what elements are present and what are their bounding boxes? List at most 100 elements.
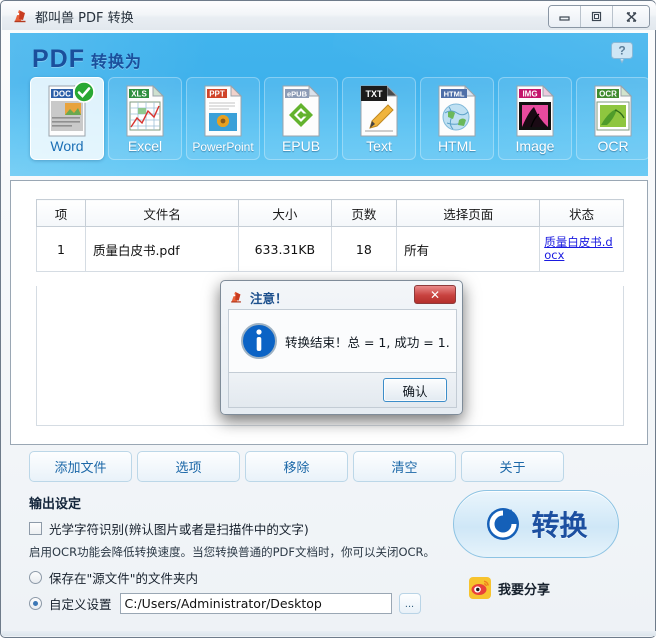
svg-text:DOC: DOC [53,90,71,99]
svg-text:?: ? [618,44,625,58]
clear-button[interactable]: 清空 [353,451,456,482]
format-tab-excel[interactable]: XLS Excel [108,77,182,160]
column-header-index: 项 [36,199,86,227]
app-logo-icon [231,291,241,303]
format-tab-powerpoint[interactable]: PPT PowerPoint [186,77,260,160]
page-title-main: PDF [32,45,85,73]
action-button-bar: 添加文件 选项 移除 清空 关于 [29,451,564,482]
add-file-button[interactable]: 添加文件 [29,451,132,482]
notice-dialog: 注意！ ✕ 转换结束！总 = 1, 成功 = 1. 确认 [220,280,463,415]
format-tab-epub[interactable]: ePUB EPUB [264,77,338,160]
ocr-hint-text: 启用OCR功能会降低转换速度。当您转换普通的PDF文档时，你可以关闭OCR。 [29,545,436,559]
dialog-footer: 确认 [228,373,457,408]
column-header-page-range: 选择页面 [396,199,541,227]
format-tab-label: EPUB [281,138,321,154]
close-button[interactable] [613,6,649,27]
dialog-message: 转换结束！总 = 1, 成功 = 1. [285,334,450,350]
dialog-body: 转换结束！总 = 1, 成功 = 1. [228,309,457,373]
format-tab-label: Text [366,138,392,154]
window-controls [548,5,650,28]
minimize-button[interactable] [549,6,581,27]
radio-custom-path[interactable] [29,597,42,610]
convert-button[interactable]: 转换 [453,490,619,558]
format-tab-word[interactable]: DOC Word [30,77,104,160]
maximize-button[interactable] [581,6,613,27]
column-header-size: 大小 [238,199,332,227]
weibo-icon [469,577,491,599]
format-tab-ocr[interactable]: OCR OCR [576,77,648,160]
image-file-icon: IMG [511,84,559,137]
selected-check-icon [73,81,95,103]
application-window: 都叫兽 PDF 转换 PDF 转换为 ? DOC Word XLS Excel … [0,0,656,638]
ocr-option-row: 光学字符识别(辨认图片或者是扫描件中的文字) [29,519,449,538]
svg-text:XLS: XLS [131,90,147,99]
window-title: 都叫兽 PDF 转换 [35,11,134,26]
format-tab-label: Image [515,138,555,154]
page-title-sub: 转换为 [91,52,143,71]
dialog-ok-button[interactable]: 确认 [383,378,447,402]
dialog-close-button[interactable]: ✕ [414,285,456,304]
browse-button[interactable]: ... [398,593,421,614]
format-tab-image[interactable]: IMG Image [498,77,572,160]
radio-save-in-source-label: 保存在"源文件"的文件夹内 [49,571,198,586]
remove-button[interactable]: 移除 [245,451,348,482]
cell-index: 1 [36,226,86,272]
ocr-checkbox[interactable] [29,522,42,535]
header-banner: PDF 转换为 ? DOC Word XLS Excel PPT PowerPo… [10,33,648,176]
ocr-checkbox-label: 光学字符识别(辨认图片或者是扫描件中的文字) [49,522,309,537]
epub-file-icon: ePUB [277,84,325,137]
output-settings-title: 输出设定 [29,497,82,512]
share-link-label: 我要分享 [498,582,551,598]
output-file-link[interactable]: 质量白皮书.docx [544,236,619,262]
html-file-icon: HTML [433,84,481,137]
output-settings-section: 输出设定 光学字符识别(辨认图片或者是扫描件中的文字) 启用OCR功能会降低转换… [29,493,449,620]
help-bubble-icon: ? [611,42,633,64]
custom-path-row: 自定义设置 ... [29,593,449,614]
svg-text:ePUB: ePUB [287,90,308,99]
txt-file-icon: TXT [355,84,403,137]
info-icon [241,323,277,359]
table-header-row: 项 文件名 大小 页数 选择页面 状态 [36,199,624,227]
title-bar: 都叫兽 PDF 转换 [2,2,656,30]
svg-text:IMG: IMG [522,90,537,99]
column-header-pages: 页数 [330,199,398,227]
ppt-file-icon: PPT [199,84,247,137]
format-tab-label: HTML [437,138,477,154]
dialog-title: 注意！ [250,291,288,306]
file-list-table: 项 文件名 大小 页数 选择页面 状态 1 质量白皮书.pdf 633.31KB… [36,199,624,272]
cell-pages: 18 [330,226,398,272]
cell-size: 633.31KB [238,226,332,272]
column-header-filename: 文件名 [84,199,240,227]
svg-text:HTML: HTML [444,90,465,99]
convert-button-label: 转换 [531,509,588,542]
doc-file-icon: DOC [43,81,95,137]
share-link[interactable]: 我要分享 [469,577,550,599]
cell-filename: 质量白皮书.pdf [84,226,240,272]
column-header-status: 状态 [539,199,624,227]
options-button[interactable]: 选项 [137,451,240,482]
format-tab-html[interactable]: HTML HTML [420,77,494,160]
output-path-input[interactable] [119,593,392,614]
svg-text:TXT: TXT [366,89,384,99]
about-button[interactable]: 关于 [461,451,564,482]
format-tab-label: Word [50,138,84,154]
format-tab-list: DOC Word XLS Excel PPT PowerPoint ePUB E… [30,77,648,160]
refresh-circle-icon [487,508,520,540]
cell-page-range: 所有 [396,226,541,272]
format-tab-text[interactable]: TXT Text [342,77,416,160]
format-tab-label: PowerPoint [192,140,254,154]
format-tab-label: Excel [127,138,163,154]
xls-file-icon: XLS [121,84,169,137]
table-row[interactable]: 1 质量白皮书.pdf 633.31KB 18 所有 质量白皮书.docx [36,226,624,272]
svg-text:OCR: OCR [599,90,617,99]
dialog-title-bar: 注意！ [229,288,288,307]
app-logo-icon [14,10,26,23]
cell-status: 质量白皮书.docx [539,226,624,272]
save-source-row: 保存在"源文件"的文件夹内 [29,568,449,587]
ocr-file-icon: OCR [589,84,637,137]
svg-text:PPT: PPT [209,90,225,99]
radio-save-in-source[interactable] [29,571,42,584]
format-tab-label: OCR [597,138,629,154]
help-button[interactable]: ? [610,41,634,65]
page-title: PDF 转换为 [32,45,142,74]
